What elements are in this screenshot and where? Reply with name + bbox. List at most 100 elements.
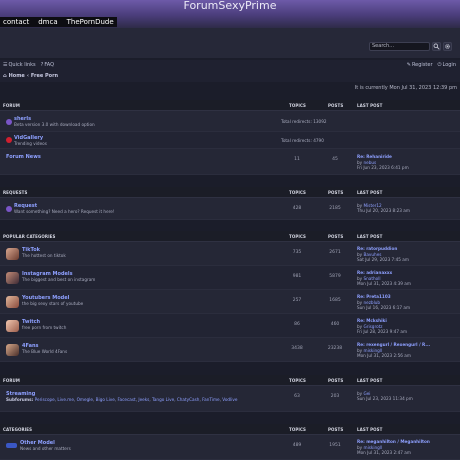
- forum-desc: The biggest and best on instagram: [22, 277, 96, 282]
- forum-row-youtubers-model[interactable]: Youtubers Model the big sexy stars of yo…: [0, 290, 460, 314]
- breadcrumb-home[interactable]: Home: [9, 73, 25, 79]
- forum-row-4fans[interactable]: 4Fans The Blue World 4Fans 3438 23238 Re…: [0, 338, 460, 362]
- section-header-categories: CATEGORIES TOPICS POSTS LAST POST: [0, 424, 460, 435]
- site-title[interactable]: ForumSexyPrime: [0, 0, 460, 12]
- topic-count: 3438: [291, 346, 303, 351]
- power-icon: ⏻: [437, 62, 442, 68]
- section-title: POPULAR CATEGORIES: [3, 234, 56, 239]
- forum-icon: [6, 137, 12, 143]
- forum-desc: The hottest on tiktok: [22, 253, 66, 258]
- gear-icon: [445, 44, 450, 49]
- col-posts: POSTS: [328, 427, 344, 432]
- col-topics: TOPICS: [289, 378, 307, 383]
- subforum-link[interactable]: Bigo Live: [96, 397, 115, 402]
- subforum-link[interactable]: ChatyCash: [177, 397, 200, 402]
- register-link[interactable]: ✎ Register: [407, 62, 433, 68]
- last-post-title[interactable]: Re: adrianaxxx: [357, 270, 392, 275]
- section-title: CATEGORIES: [3, 427, 33, 432]
- forum-row-sherls[interactable]: sherls Beta version 3.0 with download op…: [0, 111, 460, 132]
- forum-thumbnail: [6, 344, 19, 356]
- last-post-date: Thu Jul 20, 2023 8:23 am: [357, 208, 410, 213]
- forum-row-streaming[interactable]: Streaming Subforums: Periscope, Live.me,…: [0, 386, 460, 412]
- search-button[interactable]: [432, 42, 441, 51]
- section-header-forum: FORUM TOPICS POSTS LAST POST: [0, 100, 460, 111]
- forum-row-forum-news[interactable]: Forum News 11 45 Re: Rehaniride by nebus…: [0, 149, 460, 175]
- forum-thumbnail: [6, 248, 19, 260]
- current-time-bar: It is currently Mon Jul 31, 2023 12:39 p…: [0, 84, 460, 92]
- breadcrumb-current[interactable]: Free Porn: [31, 73, 58, 79]
- subforum-link[interactable]: Jeeks: [138, 397, 149, 402]
- home-icon: ⌂: [3, 73, 7, 79]
- topic-count: 428: [292, 206, 302, 211]
- last-post-date: Mon Jul 31, 2023 4:39 am: [357, 281, 411, 286]
- forum-desc: Beta version 3.0 with download option: [14, 122, 95, 127]
- forum-desc: News and other matters: [20, 446, 71, 451]
- faq-link[interactable]: ? FAQ: [41, 62, 54, 68]
- subforum-link[interactable]: FanTime: [202, 397, 220, 402]
- pencil-icon: ✎: [406, 62, 411, 68]
- section-title: FORUM: [3, 103, 20, 108]
- last-post-title[interactable]: Re: Rehaniride: [357, 154, 392, 159]
- col-topics: TOPICS: [289, 190, 307, 195]
- last-post-title[interactable]: Re: Mckshiki: [357, 318, 387, 323]
- faq-label: FAQ: [44, 62, 55, 68]
- forum-row-twitch[interactable]: Twitch free porn from twitch 86 460 Re: …: [0, 314, 460, 338]
- forum-row-vidgallery[interactable]: VidGallery Trending videos Total redirec…: [0, 132, 460, 149]
- post-count: 2185: [329, 206, 341, 211]
- last-post-title[interactable]: Re: ratorpuddion: [357, 246, 397, 251]
- subforums-label: Subforums:: [6, 397, 34, 402]
- col-topics: TOPICS: [289, 234, 307, 239]
- subforum-link[interactable]: Tango Live: [152, 397, 174, 402]
- col-topics: TOPICS: [289, 103, 307, 108]
- search-icon: [433, 43, 440, 50]
- forum-desc: The Blue World 4Fans: [22, 349, 68, 354]
- forum-row-tiktok[interactable]: TikTok The hottest on tiktok 735 2671 Re…: [0, 242, 460, 266]
- login-label: Login: [442, 62, 457, 68]
- subforum-link[interactable]: Omegle: [77, 397, 93, 402]
- col-last-post: LAST POST: [357, 190, 383, 195]
- post-count: 1951: [329, 443, 341, 448]
- link-theporndude[interactable]: ThePornDude: [67, 17, 114, 27]
- last-post-title[interactable]: Re: Preta1103: [357, 294, 391, 299]
- section-header-forum-2: FORUM TOPICS POSTS LAST POST: [0, 375, 460, 386]
- last-post-date: Fri Jun 23, 2023 6:41 pm: [357, 165, 409, 170]
- topic-count: 489: [292, 443, 302, 448]
- quick-links-menu[interactable]: ☰ Quick links: [3, 62, 36, 68]
- post-count: 460: [330, 322, 340, 327]
- last-post-date: Mon Jul 31, 2023 2:56 am: [357, 353, 411, 358]
- subforum-link[interactable]: Live.me: [57, 397, 74, 402]
- current-time: It is currently Mon Jul 31, 2023 12:39 p…: [354, 85, 457, 91]
- forum-title[interactable]: Forum News: [6, 154, 41, 160]
- post-count: 1685: [329, 298, 341, 303]
- link-contact[interactable]: contact: [3, 17, 29, 27]
- link-dmca[interactable]: dmca: [38, 17, 57, 27]
- login-link[interactable]: ⏻ Login: [438, 62, 456, 68]
- forum-desc: Want something? Need a hero? Request it …: [14, 209, 115, 214]
- post-count: 2671: [329, 250, 341, 255]
- forum-thumbnail: [6, 296, 19, 308]
- forum-row-request[interactable]: Request Want something? Need a hero? Req…: [0, 198, 460, 220]
- forum-desc: free porn from twitch: [22, 325, 67, 330]
- last-post-title[interactable]: Re: rexengurl / Rexengurl / R...: [357, 342, 430, 347]
- topic-count: 257: [292, 298, 302, 303]
- advanced-search-button[interactable]: [443, 42, 452, 51]
- topic-count: 63: [294, 394, 300, 399]
- section-header-requests: REQUESTS TOPICS POSTS LAST POST: [0, 187, 460, 198]
- col-posts: POSTS: [328, 103, 344, 108]
- subforum-link[interactable]: Facecast: [117, 397, 135, 402]
- menu-icon: ☰: [3, 62, 8, 68]
- forum-row-instagram-models[interactable]: Instagram Models The biggest and best on…: [0, 266, 460, 290]
- topic-count: 11: [294, 157, 300, 162]
- last-post-date: Fri Jul 28, 2023 9:47 am: [357, 329, 408, 334]
- nav-bar: [0, 60, 460, 82]
- subforum-link[interactable]: Vodlive: [222, 397, 237, 402]
- subforum-link[interactable]: Periscope: [35, 397, 55, 402]
- search-input[interactable]: Search…: [369, 42, 430, 51]
- last-post-title[interactable]: Re: meganhilton / Meganhilton: [357, 439, 430, 444]
- forum-row-other-model[interactable]: Other Model News and other matters 489 1…: [0, 435, 460, 460]
- topic-count: 86: [294, 322, 300, 327]
- col-posts: POSTS: [328, 234, 344, 239]
- col-last-post: LAST POST: [357, 427, 383, 432]
- col-last-post: LAST POST: [357, 103, 383, 108]
- breadcrumb: ⌂ Home ‹ Free Porn: [3, 73, 58, 79]
